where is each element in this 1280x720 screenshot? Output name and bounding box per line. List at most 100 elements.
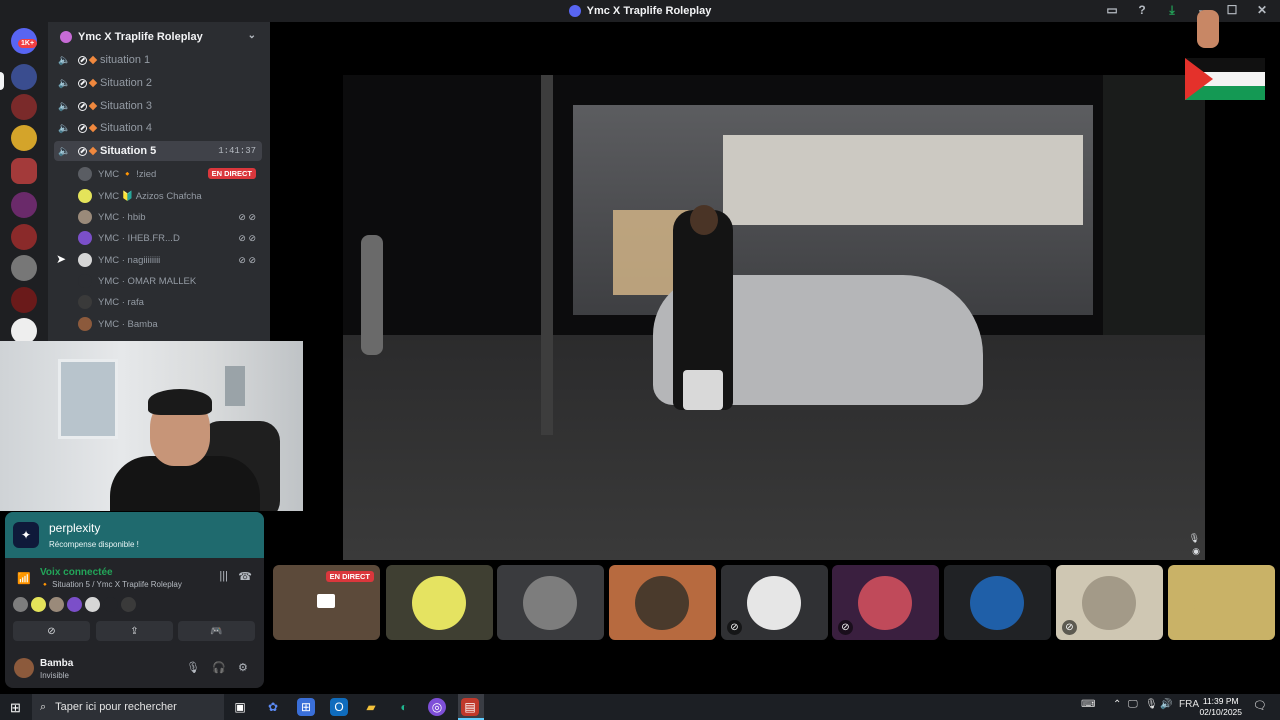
edge-icon[interactable]: ◐ <box>395 698 413 716</box>
avatar <box>78 167 92 181</box>
download-icon[interactable]: ⤓ <box>1164 3 1180 18</box>
muted-deafened-icon: ⊘ ⊘ <box>238 232 256 243</box>
server-icon[interactable] <box>11 287 37 313</box>
participant-tile[interactable]: ⊘ <box>1056 565 1163 640</box>
chevron-up-icon[interactable]: ⌃ <box>1113 699 1121 710</box>
mic-tray-icon[interactable]: 🎙 <box>1145 699 1158 710</box>
discord-taskbar-icon[interactable]: ▤ <box>461 698 479 716</box>
channel-name: Situation 4 <box>100 122 152 134</box>
disconnect-icon[interactable]: ☎ <box>238 570 252 583</box>
camera-off-button[interactable]: ⊘ <box>13 621 90 641</box>
store-icon[interactable]: ⊞ <box>297 698 315 716</box>
guild-header[interactable]: Ymc X Traplife Roleplay ⌄ <box>48 22 270 52</box>
keyboard-icon[interactable]: ⌨ <box>1081 699 1095 710</box>
notification-icon[interactable]: 🗨 <box>1253 699 1267 712</box>
avatar <box>49 597 64 612</box>
search-icon: ⌕ <box>40 700 47 713</box>
voice-member[interactable]: YMC · rafa <box>78 292 262 312</box>
mouse-cursor-icon: ➤ <box>56 252 67 266</box>
server-icon[interactable] <box>11 192 37 218</box>
server-icon[interactable] <box>11 255 37 281</box>
language-indicator[interactable]: FRA <box>1179 699 1199 710</box>
voice-channel[interactable]: 🔈 Situation 2 <box>54 73 262 93</box>
voice-member[interactable]: YMC · OMAR MALLEK <box>78 271 262 291</box>
settings-gear-icon[interactable]: ⚙ <box>238 661 248 674</box>
search-placeholder: Taper ici pour rechercher <box>55 701 177 713</box>
fist-icon <box>1197 10 1219 48</box>
channel-name: Situation 5 <box>100 145 157 157</box>
signal-icon[interactable]: 📶 <box>17 572 31 585</box>
user-info[interactable]: Bamba Invisible 🎙 🎧 ⚙ <box>5 652 264 688</box>
voice-channel[interactable]: 🔈 Situation 4 <box>54 118 262 138</box>
voice-channel-path[interactable]: 🔸 Situation 5 / Ymc X Traplife Roleplay <box>40 580 182 589</box>
windows-start-icon[interactable]: ⊞ <box>10 700 21 716</box>
copilot-icon[interactable]: ✿ <box>264 698 282 716</box>
app-icon[interactable]: ◎ <box>428 698 446 716</box>
share-screen-button[interactable]: ⇪ <box>96 621 173 641</box>
participant-tile[interactable]: ⊘ <box>721 565 828 640</box>
avatar <box>121 597 136 612</box>
voice-channel[interactable]: 🔈 situation 1 <box>54 50 262 70</box>
participant-tile[interactable] <box>1168 565 1275 640</box>
clock[interactable]: 11:39 PM 02/10/2025 <box>1199 696 1242 718</box>
volume-icon[interactable]: 🔊 <box>1160 699 1172 710</box>
voice-member[interactable]: YMC · nagiiiiiiii ⊘ ⊘ <box>78 250 262 270</box>
voice-status[interactable]: Voix connectée <box>40 567 113 578</box>
voice-channel-active[interactable]: 🔈 Situation 5 1:41:37 <box>54 141 262 161</box>
avatar <box>78 253 92 267</box>
network-icon[interactable]: 🖵 <box>1128 699 1138 710</box>
chevron-down-icon[interactable]: ⌄ <box>248 30 256 41</box>
server-icon[interactable] <box>11 125 37 151</box>
participant-tile[interactable] <box>386 565 493 640</box>
palestine-flag-icon <box>1185 58 1265 100</box>
voice-member[interactable]: YMC · hbib ⊘ ⊘ <box>78 207 262 227</box>
speaker-icon: 🔈 <box>58 54 71 66</box>
member-name: YMC 🔸 !zied <box>98 168 157 180</box>
voice-member[interactable]: YMC 🔰 Azizos Chafcha <box>78 186 262 206</box>
blocked-icon <box>78 123 87 133</box>
task-view-icon[interactable]: ▣ <box>231 698 249 716</box>
voice-channel[interactable]: 🔈 Situation 3 <box>54 96 262 116</box>
outlook-icon[interactable]: O <box>330 698 348 716</box>
activity-button[interactable]: 🎮 <box>178 621 255 641</box>
participant-tile[interactable] <box>944 565 1051 640</box>
blocked-icon <box>78 146 87 156</box>
member-name: YMC · Bamba <box>98 318 158 330</box>
server-icon[interactable] <box>11 64 37 90</box>
server-selected-indicator <box>0 72 4 90</box>
member-name: YMC · OMAR MALLEK <box>98 275 197 287</box>
stream-options-icon[interactable]: ◉ <box>1192 546 1200 557</box>
avatar <box>523 576 577 630</box>
avatar <box>1082 576 1136 630</box>
avatar <box>970 576 1024 630</box>
avatar <box>412 576 466 630</box>
window-titlebar: Ymc X Traplife Roleplay ▭ ? ⤓ – ☐ ✕ <box>0 0 1280 22</box>
participant-tile[interactable] <box>497 565 604 640</box>
server-icon[interactable] <box>11 158 37 184</box>
voice-member[interactable]: YMC · IHEB.FR...D ⊘ ⊘ <box>78 228 262 248</box>
participant-tile[interactable] <box>609 565 716 640</box>
server-icon[interactable] <box>11 224 37 250</box>
headphones-icon[interactable]: 🎧 <box>212 661 226 674</box>
diamond-icon <box>88 55 98 65</box>
avatar <box>78 295 92 309</box>
stream-video[interactable]: 🎙 ◉ <box>343 75 1205 560</box>
participant-tile-stream[interactable]: EN DIRECT <box>273 565 380 640</box>
noise-suppression-icon[interactable]: ||| <box>219 570 228 582</box>
muted-deafened-icon: ⊘ ⊘ <box>238 211 256 222</box>
file-explorer-icon[interactable]: ▰ <box>362 698 380 716</box>
help-icon[interactable]: ? <box>1134 3 1150 18</box>
avatar <box>1194 576 1248 630</box>
voice-member[interactable]: YMC 🔸 !zied EN DIRECT <box>78 164 262 184</box>
discord-logo-icon <box>568 5 581 17</box>
speaker-icon: 🔈 <box>58 145 71 157</box>
participant-tile[interactable]: ⊘ <box>832 565 939 640</box>
speaker-icon: 🔈 <box>58 77 71 89</box>
server-icon[interactable] <box>11 94 37 120</box>
voice-member[interactable]: YMC · Bamba <box>78 314 262 334</box>
taskbar-search[interactable]: ⌕ Taper ici pour rechercher <box>32 694 224 720</box>
promo-title: perplexity <box>49 521 101 535</box>
promo-banner[interactable]: ✦ perplexity Récompense disponible ! <box>5 512 264 558</box>
inbox-icon[interactable]: ▭ <box>1104 3 1120 18</box>
microphone-icon[interactable]: 🎙 <box>186 661 200 674</box>
